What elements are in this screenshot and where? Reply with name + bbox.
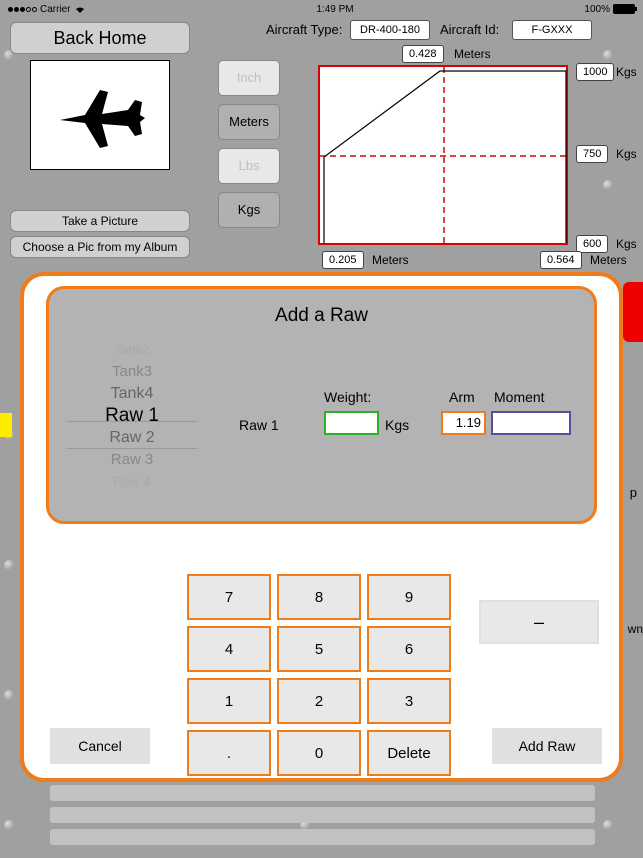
back-home-button[interactable]: Back Home [10,22,190,54]
key-9[interactable]: 9 [367,574,451,620]
picker-item[interactable]: Raw 3 [67,449,197,471]
signal-icon [8,7,37,12]
unit-meters-button[interactable]: Meters [218,104,280,140]
picker-item[interactable]: Tank4 [67,383,197,405]
aircraft-type-input[interactable]: DR-400-180 [350,20,430,40]
key-0[interactable]: 0 [277,730,361,776]
cancel-button[interactable]: Cancel [50,728,150,764]
picker-item-selected[interactable]: Raw 1 [67,405,197,427]
key-3[interactable]: 3 [367,678,451,724]
moment-input[interactable] [491,411,571,435]
x-right-unit: Meters [590,253,627,267]
status-bar: Carrier 1:49 PM 100% [0,0,643,18]
battery-icon [613,4,635,14]
carrier-label: Carrier [40,4,71,15]
modal-form-panel: Add a Raw Tank2 Tank3 Tank4 Raw 1 Raw 2 … [46,286,597,524]
key-2[interactable]: 2 [277,678,361,724]
weight-input[interactable] [324,411,379,435]
yellow-tag [0,413,12,437]
x-left-unit: Meters [372,253,409,267]
x-right-value: 0.564 [540,251,582,269]
unit-kgs-button[interactable]: Kgs [218,192,280,228]
envelope-line [320,67,570,247]
text-fragment-wn: wn [628,622,643,636]
take-picture-button[interactable]: Take a Picture [10,210,190,232]
key-1[interactable]: 1 [187,678,271,724]
y-750: 750 [576,145,608,163]
choose-picture-button[interactable]: Choose a Pic from my Album [10,236,190,258]
add-raw-button[interactable]: Add Raw [492,728,602,764]
key-4[interactable]: 4 [187,626,271,672]
numeric-keypad: 7 8 9 4 5 6 1 2 3 . 0 Delete [187,574,451,776]
picker-item[interactable]: Raw 2 [67,427,197,449]
key-delete[interactable]: Delete [367,730,451,776]
wifi-icon [74,5,86,13]
weight-label: Weight: [324,389,371,405]
battery-pct: 100% [584,4,610,15]
key-dot[interactable]: . [187,730,271,776]
clock: 1:49 PM [316,4,353,15]
aircraft-image[interactable] [30,60,170,170]
add-raw-modal: Add a Raw Tank2 Tank3 Tank4 Raw 1 Raw 2 … [20,272,623,782]
key-5[interactable]: 5 [277,626,361,672]
unit-inch-button[interactable]: Inch [218,60,280,96]
red-side-tab[interactable] [623,282,643,342]
y-1000: 1000 [576,63,614,81]
cg-chart: 0.428 Meters 1000 Kgs 750 Kgs 600 Kgs 0.… [290,45,630,275]
plane-icon [50,80,150,150]
unit-lbs-button[interactable]: Lbs [218,148,280,184]
y-600: 600 [576,235,608,253]
picker-item[interactable]: Tank2 [67,339,197,361]
row-name-label: Raw 1 [239,417,279,433]
modal-title: Add a Raw [49,305,594,327]
row-picker[interactable]: Tank2 Tank3 Tank4 Raw 1 Raw 2 Raw 3 Raw … [67,339,197,509]
y-750-unit: Kgs [616,147,637,161]
weight-unit-label: Kgs [385,417,409,433]
y-600-unit: Kgs [616,237,637,251]
moment-label: Moment [494,389,545,405]
aircraft-id-input[interactable]: F-GXXX [512,20,592,40]
picker-item[interactable]: Tank3 [67,361,197,383]
background-rows [50,785,595,851]
key-6[interactable]: 6 [367,626,451,672]
y-1000-unit: Kgs [616,65,637,79]
key-minus[interactable]: – [479,600,599,644]
arm-input[interactable]: 1.19 [441,411,486,435]
key-8[interactable]: 8 [277,574,361,620]
aircraft-id-label: Aircraft Id: [440,22,499,37]
text-fragment-p: p [630,485,637,500]
key-7[interactable]: 7 [187,574,271,620]
x-left-value: 0.205 [322,251,364,269]
aircraft-type-label: Aircraft Type: [266,22,342,37]
picker-item[interactable]: Raw 4 [67,471,197,493]
x-top-value: 0.428 [402,45,444,63]
arm-label: Arm [449,389,475,405]
x-top-unit: Meters [454,47,491,61]
